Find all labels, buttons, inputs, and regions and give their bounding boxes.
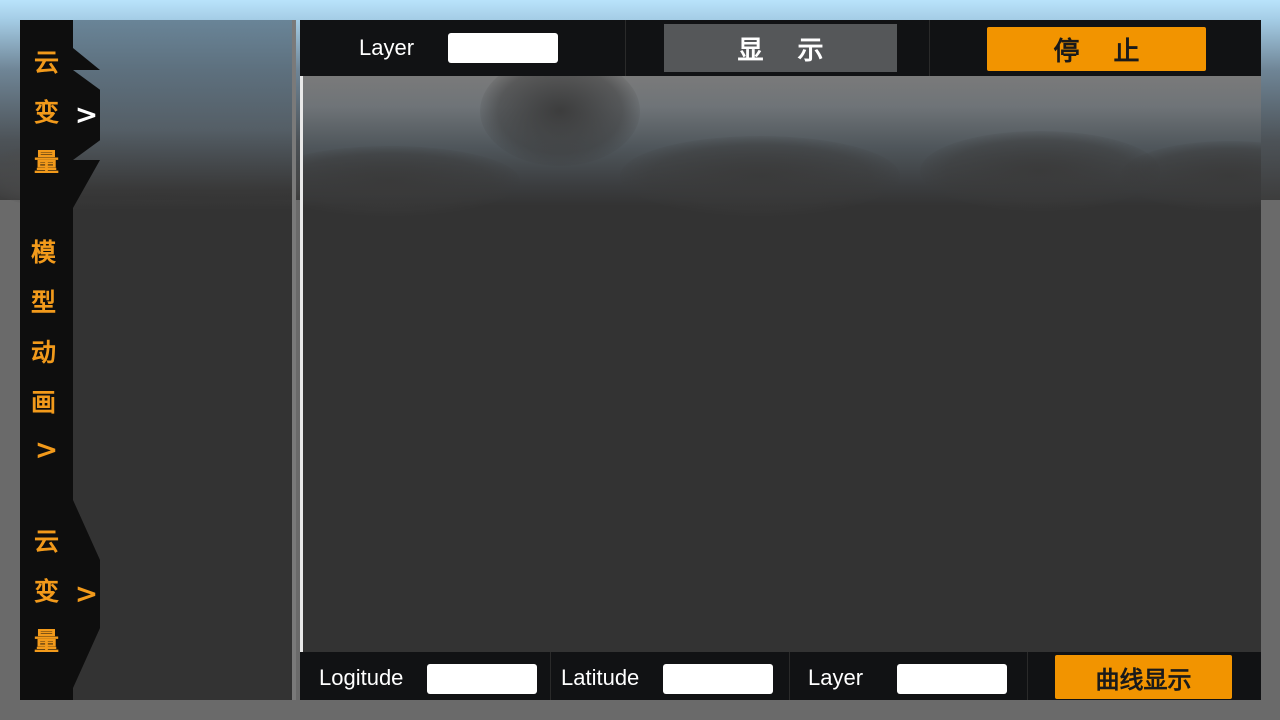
- sidebar-char: 云: [33, 48, 59, 77]
- sidebar-char: 云: [33, 527, 59, 556]
- latitude-input[interactable]: [663, 664, 773, 694]
- toolbar-divider: [550, 652, 551, 700]
- curve-display-button[interactable]: 曲线显示: [1055, 655, 1232, 699]
- map-viewport[interactable]: Layer 显示 停止 Logitude Latitude Layer 曲线显示: [300, 20, 1261, 700]
- panel-divider[interactable]: [292, 20, 296, 700]
- toolbar-divider: [789, 652, 790, 700]
- latitude-label: Latitude: [561, 665, 640, 690]
- top-toolbar: Layer 显示 停止: [300, 20, 1261, 76]
- sidebar-char: 变: [33, 98, 59, 127]
- left-sidebar: 云 变 量 模 型 动 画 > 云 变 量: [20, 20, 73, 700]
- viewport-edge: [300, 76, 303, 676]
- chevron-right-icon[interactable]: >: [20, 428, 73, 472]
- sidebar-char: 量: [33, 627, 59, 656]
- sidebar-char: 变: [33, 577, 59, 606]
- show-button[interactable]: 显示: [664, 24, 897, 72]
- toolbar-divider: [625, 20, 626, 76]
- sidebar-group-cloud-variable-2[interactable]: 云 变 量: [20, 517, 73, 667]
- sidebar-char: 型: [31, 288, 57, 317]
- stop-button[interactable]: 停止: [987, 27, 1206, 71]
- layer-input[interactable]: [448, 33, 558, 63]
- sidebar-char: 画: [31, 388, 57, 417]
- layer-input[interactable]: [897, 664, 1007, 694]
- sidebar-group-model-animation[interactable]: 模 型 动 画 >: [20, 228, 73, 472]
- sidebar-char: 动: [31, 338, 57, 367]
- expand-tab-2[interactable]: >: [73, 560, 100, 628]
- side-panel: [73, 20, 296, 700]
- chevron-right-icon: >: [74, 98, 99, 131]
- 3d-scene[interactable]: [300, 76, 1261, 676]
- longitude-input[interactable]: [427, 664, 537, 694]
- toolbar-divider: [1027, 652, 1028, 700]
- sidebar-char: 模: [31, 238, 57, 267]
- sidebar-group-cloud-variable-1[interactable]: 云 变 量: [20, 38, 73, 188]
- bottom-toolbar: Logitude Latitude Layer 曲线显示: [300, 652, 1261, 700]
- chevron-right-icon: >: [74, 577, 99, 610]
- sidebar-char: 量: [33, 148, 59, 177]
- layer-label: Layer: [359, 35, 415, 60]
- toolbar-divider: [929, 20, 930, 76]
- longitude-label: Logitude: [319, 665, 404, 690]
- layer-label: Layer: [808, 665, 864, 690]
